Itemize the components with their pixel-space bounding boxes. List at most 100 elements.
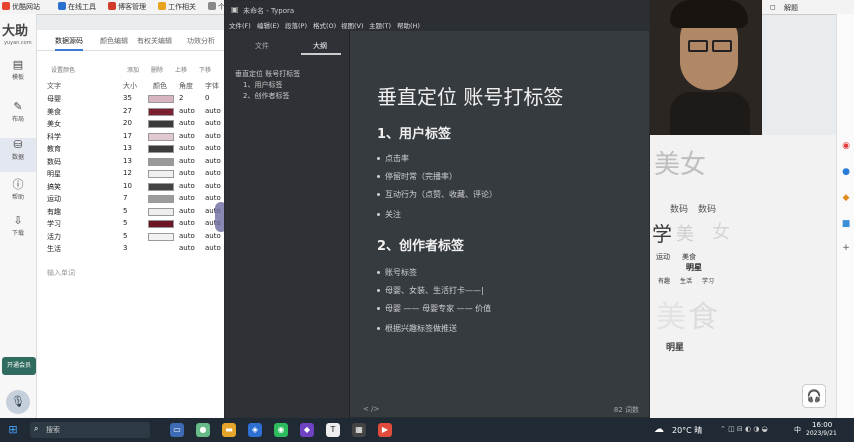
typora-taskbar-icon[interactable]: T xyxy=(326,423,340,437)
row-font[interactable]: auto xyxy=(205,157,221,165)
taskbar-app-icon[interactable]: ◉ xyxy=(274,423,288,437)
row-color-swatch[interactable] xyxy=(148,120,174,128)
row-color-swatch[interactable] xyxy=(148,145,174,153)
vip-button[interactable]: 开通会员 xyxy=(2,357,36,375)
tab-files[interactable]: 文件 xyxy=(255,41,269,51)
row-size[interactable]: 27 xyxy=(123,107,132,115)
bookmark-item[interactable]: 博客管理 xyxy=(108,2,146,12)
row-angle[interactable]: auto xyxy=(179,194,195,202)
move-up-button[interactable]: 上移 xyxy=(175,65,187,74)
outline-item[interactable]: 1、用户标签 xyxy=(243,80,282,90)
extension-icon[interactable]: ● xyxy=(840,166,852,178)
taskbar-app-icon[interactable]: ◆ xyxy=(300,423,314,437)
menu-edit[interactable]: 编辑(E) xyxy=(257,20,279,30)
row-size[interactable]: 5 xyxy=(123,219,127,227)
row-size[interactable]: 5 xyxy=(123,232,127,240)
row-word[interactable]: 有趣 xyxy=(47,207,61,217)
row-word[interactable]: 生活 xyxy=(47,244,61,254)
input-language[interactable]: 中 xyxy=(794,425,801,435)
table-row[interactable]: 生活 3 auto auto xyxy=(37,243,227,255)
row-word[interactable]: 明星 xyxy=(47,169,61,179)
row-size[interactable]: 5 xyxy=(123,207,127,215)
taskbar-app-icon[interactable]: ● xyxy=(196,423,210,437)
outline-item[interactable]: 垂直定位 账号打标签 xyxy=(235,69,300,79)
row-angle[interactable]: auto xyxy=(179,157,195,165)
source-mode-toggle[interactable]: < /> xyxy=(363,405,379,413)
extension-icon[interactable]: ◉ xyxy=(840,140,852,152)
table-row[interactable]: 明星 12 auto auto xyxy=(37,168,227,180)
sidebar-item-download[interactable]: ⇩ 下载 xyxy=(0,214,36,248)
row-word[interactable]: 美女 xyxy=(47,119,61,129)
row-word[interactable]: 学习 xyxy=(47,219,61,229)
row-font[interactable]: 0 xyxy=(205,94,209,102)
add-button[interactable]: 添加 xyxy=(127,65,139,74)
row-font[interactable]: auto xyxy=(205,119,221,127)
sidebar-item-help[interactable]: ⓘ 帮助 xyxy=(0,178,36,212)
row-angle[interactable]: auto xyxy=(179,107,195,115)
table-row[interactable]: 数码 13 auto auto xyxy=(37,156,227,168)
table-row[interactable]: 搞笑 10 auto auto xyxy=(37,181,227,193)
taskbar-app-icon[interactable]: ▦ xyxy=(352,423,366,437)
table-row[interactable]: 运动 7 auto auto xyxy=(37,193,227,205)
menu-theme[interactable]: 主题(T) xyxy=(369,20,391,30)
row-font[interactable]: auto xyxy=(205,144,221,152)
row-angle[interactable]: auto xyxy=(179,244,195,252)
sidebar-item-template[interactable]: ▤ 模板 xyxy=(0,58,36,92)
row-word[interactable]: 母婴 xyxy=(47,94,61,104)
row-angle[interactable]: auto xyxy=(179,132,195,140)
row-font[interactable]: auto xyxy=(205,169,221,177)
row-angle[interactable]: auto xyxy=(179,169,195,177)
row-font[interactable]: auto xyxy=(205,194,221,202)
sidebar-item-layout[interactable]: ✎ 布局 xyxy=(0,100,36,134)
row-word[interactable]: 搞笑 xyxy=(47,182,61,192)
sidebar-item-data[interactable]: ⛁ 数据 xyxy=(0,138,36,172)
row-size[interactable]: 3 xyxy=(123,244,127,252)
row-color-swatch[interactable] xyxy=(148,107,174,116)
row-size[interactable]: 13 xyxy=(123,157,132,165)
word-input[interactable]: 输入单词 xyxy=(47,268,75,278)
row-word[interactable]: 数码 xyxy=(47,157,61,167)
row-word[interactable]: 教育 xyxy=(47,144,61,154)
menu-format[interactable]: 格式(O) xyxy=(313,20,336,30)
taskbar-app-icon[interactable]: ◈ xyxy=(248,423,262,437)
row-font[interactable]: auto xyxy=(205,107,221,115)
row-font[interactable]: auto xyxy=(205,182,221,190)
row-angle[interactable]: auto xyxy=(179,219,195,227)
row-size[interactable]: 35 xyxy=(123,94,132,102)
row-size[interactable]: 13 xyxy=(123,144,132,152)
taskbar-search[interactable]: ⌕ 搜索 xyxy=(30,422,150,438)
windows-start-icon[interactable]: ⊞ xyxy=(6,423,20,437)
row-angle[interactable]: auto xyxy=(179,232,195,240)
tab-outline[interactable]: 大纲 xyxy=(313,41,327,51)
row-color-swatch[interactable] xyxy=(148,157,174,166)
delete-button[interactable]: 删除 xyxy=(151,65,163,74)
table-row[interactable]: 美食 27 auto auto xyxy=(37,106,227,118)
row-color-swatch[interactable] xyxy=(148,182,174,191)
tab-color-edit[interactable]: 颜色编辑 xyxy=(100,36,128,46)
bookmark-item[interactable]: 在线工具 xyxy=(58,2,96,12)
add-icon[interactable]: + xyxy=(840,242,852,254)
row-word[interactable]: 运动 xyxy=(47,194,61,204)
browser-tab[interactable]: ◻ 解题 xyxy=(762,0,854,15)
tab-related-edit[interactable]: 有权关编辑 xyxy=(137,36,172,46)
table-row[interactable]: 科学 17 auto auto xyxy=(37,131,227,143)
row-size[interactable]: 17 xyxy=(123,132,132,140)
table-row[interactable]: 母婴 35 2 0 xyxy=(37,93,227,105)
row-angle[interactable]: auto xyxy=(179,207,195,215)
tab-analysis[interactable]: 功效分析 xyxy=(187,36,215,46)
outline-item[interactable]: 2、创作者标签 xyxy=(243,91,289,101)
row-color-swatch[interactable] xyxy=(148,220,174,228)
word-count[interactable]: 82 词数 xyxy=(614,405,639,415)
row-angle[interactable]: auto xyxy=(179,144,195,152)
extension-icon[interactable]: ■ xyxy=(840,218,852,230)
bookmark-item[interactable]: 优酷网站 xyxy=(2,2,40,12)
row-color-swatch[interactable] xyxy=(148,95,174,103)
table-row[interactable]: 教育 13 auto auto xyxy=(37,143,227,155)
tab-data-source[interactable]: 数据源码 xyxy=(55,36,83,51)
row-font[interactable]: auto xyxy=(205,132,221,140)
microphone-icon[interactable]: 🎙 xyxy=(6,390,30,414)
table-row[interactable]: 有趣 5 auto auto xyxy=(37,206,227,218)
headset-icon[interactable]: 🎧 xyxy=(802,384,826,408)
move-down-button[interactable]: 下移 xyxy=(199,65,211,74)
extension-icon[interactable]: ◆ xyxy=(840,192,852,204)
